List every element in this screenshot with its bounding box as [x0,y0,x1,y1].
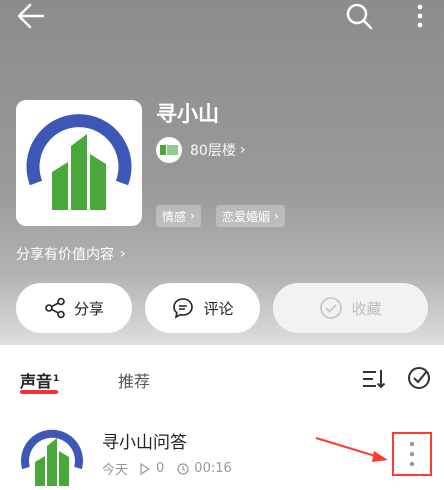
album-subtitle[interactable]: 分享有价值内容 › [16,244,126,264]
top-bar [0,0,444,34]
track-list-item[interactable]: 寻小山问答 今天 0 00:16 [0,412,444,490]
chevron-right-icon: › [274,209,279,223]
track-date: 今天 [102,463,129,478]
check-icon [408,367,430,389]
share-button[interactable]: 分享 [16,283,132,333]
track-duration: 00:16 [194,461,232,476]
clock-icon [177,462,189,475]
collect-button[interactable]: 收藏 [273,283,428,333]
play-icon [140,462,151,475]
album-logo-icon [26,114,132,210]
tab-recommend[interactable]: 推荐 [118,368,150,392]
annotation-arrow-icon [315,437,388,462]
multiselect-button[interactable] [406,365,432,391]
more-menu-button[interactable] [410,2,430,30]
album-logo-icon [16,418,88,490]
comment-icon [173,298,194,319]
chevron-right-icon: › [239,142,246,158]
track-title: 寻小山问答 [102,433,187,453]
author-avatar [156,137,182,163]
search-button[interactable] [344,1,374,31]
author-logo-icon [160,145,178,155]
arrow-left-icon [17,3,45,29]
more-vertical-icon [417,4,423,28]
track-more-button[interactable] [392,432,432,476]
track-meta: 今天 0 00:16 [102,459,232,478]
back-button[interactable] [16,2,46,30]
content-tabs: 声音1 推荐 [0,360,444,396]
sort-icon [363,370,386,389]
tag-emotion[interactable]: 情感 › [156,205,201,227]
share-icon [45,297,65,319]
comment-button[interactable]: 评论 [145,283,260,333]
album-title: 寻小山 [156,102,219,126]
chevron-right-icon: › [120,246,126,262]
track-thumbnail [16,418,88,490]
search-icon [346,3,373,30]
sound-count-badge: 1 [53,373,60,384]
more-vertical-icon [409,441,415,467]
tab-sound[interactable]: 声音1 [20,368,59,392]
check-circle-icon [320,297,343,319]
tag-marriage[interactable]: 恋爱婚姻 › [216,205,285,227]
author-row[interactable]: 80层楼 › [156,137,245,163]
active-tab-indicator [20,390,58,394]
track-plays: 0 [156,461,165,476]
chevron-right-icon: › [190,209,195,223]
album-cover[interactable] [16,100,142,226]
sort-button[interactable] [360,366,386,392]
floors-count: 80层楼 [190,143,236,159]
